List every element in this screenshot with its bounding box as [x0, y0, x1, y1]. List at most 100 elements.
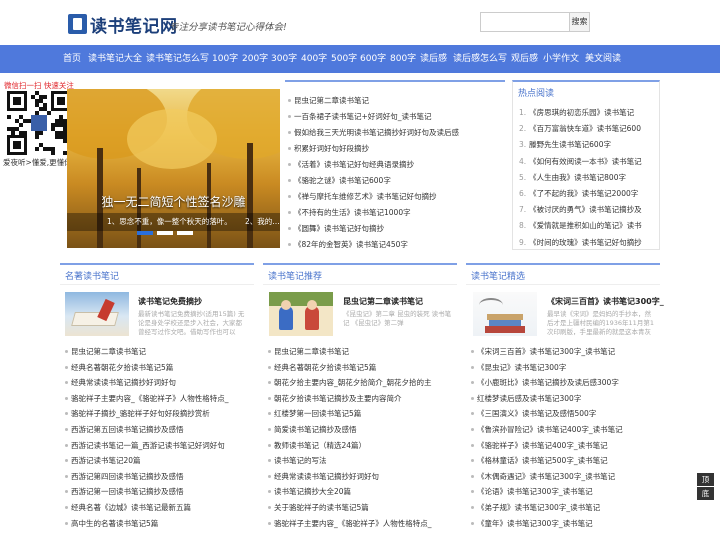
feature-title[interactable]: 《宋词三百首》读书笔记300字_	[547, 296, 664, 307]
list-item[interactable]: 西游记第五回读书笔记摘抄及感悟	[71, 424, 251, 435]
list-item[interactable]: 简爱读书笔记摘抄及感悟	[274, 424, 454, 435]
list-item[interactable]: 经典名著朝花夕拾读书笔记5篇	[71, 362, 251, 373]
nav-item-500[interactable]: 500字	[331, 45, 357, 73]
list-item[interactable]: 骆驼祥子摘抄_骆驼祥子好句好段摘抄赏析	[71, 408, 251, 419]
search-input[interactable]	[480, 12, 570, 32]
section-selected: 读书笔记精选 《宋词三百首》读书笔记300字_ 最早读《宋词》是妈妈的手抄本，然…	[466, 263, 664, 540]
nav-item-notes-all[interactable]: 读书笔记大全	[88, 45, 142, 73]
nav-item-prose[interactable]: 美文阅读	[585, 45, 621, 73]
list-item[interactable]: 经典常读读书笔记摘抄好词好句	[274, 471, 454, 482]
list-item[interactable]: 《格林童话》读书笔记500字_读书笔记	[477, 455, 657, 466]
list-item[interactable]: 读书笔记摘抄大全20篇	[274, 486, 454, 497]
list-item[interactable]: 《童年》读书笔记300字_读书笔记	[477, 518, 657, 529]
feature-thumbnail[interactable]	[473, 292, 537, 336]
slide-title[interactable]: 独一无二简短个性签名沙雕	[67, 193, 280, 210]
list-item[interactable]: 朝花夕拾主要内容_朝花夕拾简介_朝花夕拾的主	[274, 377, 454, 388]
list-item[interactable]: 经典名著《边城》读书笔记最新五篇	[71, 502, 251, 513]
hot-item[interactable]: 7. 《被讨厌的勇气》读书笔记摘抄及	[519, 204, 655, 215]
nav-item-how-to-write[interactable]: 读书笔记怎么写	[146, 45, 209, 73]
list-item[interactable]: 假如给我三天光明读书笔记摘抄好词好句及读后感	[294, 127, 459, 138]
list-item[interactable]: 《宋词三百首》读书笔记300字_读书笔记	[477, 346, 657, 357]
slider-dot[interactable]	[157, 231, 173, 235]
hot-item[interactable]: 6. 《了不起的我》读书笔记2000字	[519, 188, 655, 199]
list-item[interactable]: 教师读书笔记（精选24篇）	[274, 440, 454, 451]
nav-item-600[interactable]: 600字	[360, 45, 386, 73]
list-item[interactable]: 《弟子规》读书笔记300字_读书笔记	[477, 502, 657, 513]
nav-item-100[interactable]: 100字	[212, 45, 238, 73]
list-item[interactable]: 骆驼祥子主要内容_《骆驼祥子》人物性格特点_	[274, 518, 454, 529]
list-item[interactable]: 读书笔记的写法	[274, 455, 454, 466]
list-item[interactable]: 高中生的名著读书笔记5篇	[71, 518, 251, 529]
hot-item[interactable]: 9. 《时间的玫瑰》读书笔记好句摘抄	[519, 237, 655, 248]
list-item[interactable]: 《圆舞》读书笔记好句摘抄	[294, 223, 384, 234]
list-item[interactable]: 经典常读读书笔记摘抄好词好句	[71, 377, 251, 388]
feature-thumbnail[interactable]	[269, 292, 333, 336]
qr-module	[31, 115, 47, 131]
list-item[interactable]: 《昆虫记》读书笔记300字	[477, 362, 657, 373]
nav-item-200[interactable]: 200字	[242, 45, 268, 73]
qr-module	[51, 151, 55, 155]
list-item[interactable]: 骆驼祥子主要内容_《骆驼祥子》人物性格特点_	[71, 393, 251, 404]
list-item[interactable]: 《82年的金智英》读书笔记450字	[294, 239, 408, 250]
nav-item-essays[interactable]: 小学作文	[543, 45, 579, 73]
section-title[interactable]: 读书笔记精选	[471, 269, 525, 282]
book-logo-icon[interactable]	[68, 14, 87, 34]
list-item[interactable]: 经典名著朝花夕拾读书笔记5篇	[274, 362, 454, 373]
nav-item-800[interactable]: 800字	[390, 45, 416, 73]
image-slider[interactable]: 独一无二简短个性签名沙雕 1、思念不重，像一整个秋天的落叶。 2、我的…	[67, 89, 280, 248]
list-item[interactable]: 积累好词好句好段摘抄	[294, 143, 369, 154]
nav-item-watch-review[interactable]: 观后感	[511, 45, 538, 73]
list-bullet	[65, 474, 68, 478]
list-item[interactable]: 《不持有的生活》读书笔记1000字	[294, 207, 411, 218]
feature-thumbnail[interactable]	[65, 292, 129, 336]
list-item[interactable]: 关于骆驼祥子的读书笔记5篇	[274, 502, 454, 513]
section-title[interactable]: 名著读书笔记	[65, 269, 119, 282]
list-item[interactable]: 《骆驼之谜》读书笔记600字	[294, 175, 391, 186]
list-item[interactable]: 一百条裙子读书笔记+好词好句_读书笔记	[294, 111, 432, 122]
site-title[interactable]: 读书笔记网	[90, 12, 178, 37]
list-item[interactable]: 昆虫记第二章读书笔记	[294, 95, 369, 106]
hot-item[interactable]: 2. 《百万富翁快车道》读书笔记600	[519, 123, 655, 134]
section-recommended: 读书笔记推荐 昆虫记第二章读书笔记 《昆虫记》第二章 昆虫的装死 读书笔记 《昆…	[263, 263, 457, 540]
list-item[interactable]: 西游记读书笔记一篇_西游记读书笔记好词好句	[71, 440, 251, 451]
feature-desc: 《昆虫记》第二章 昆虫的装死 读书笔记 《昆虫记》第二弹	[343, 310, 452, 327]
slider-dot[interactable]	[137, 231, 153, 235]
list-item[interactable]: 《论语》读书笔记300字_读书笔记	[477, 486, 657, 497]
list-item[interactable]: 《木偶奇遇记》读书笔记300字_读书笔记	[477, 471, 657, 482]
nav-item-400[interactable]: 400字	[301, 45, 327, 73]
list-item[interactable]: 《活着》读书笔记好句经典语录摘抄	[294, 159, 414, 170]
hot-item[interactable]: 8. 《爱情就是推积如山的笔记》读书	[519, 220, 655, 231]
list-item[interactable]: 《鲁滨孙冒险记》读书笔记400字_读书笔记	[477, 424, 657, 435]
section-title[interactable]: 读书笔记推荐	[268, 269, 322, 282]
list-item[interactable]: 红楼梦第一回读书笔记5篇	[274, 408, 454, 419]
scroll-top-button[interactable]: 顶	[697, 473, 714, 486]
list-item[interactable]: 昆虫记第二章读书笔记	[71, 346, 251, 357]
tree-foliage	[127, 109, 217, 169]
nav-item-review-howto[interactable]: 读后感怎么写	[453, 45, 507, 73]
nav-item-home[interactable]: 首页	[63, 45, 81, 73]
hot-item[interactable]: 4. 《如何有效阅读一本书》读书笔记	[519, 156, 655, 167]
list-item[interactable]: 《小鹿斑比》读书笔记摘抄及读后感300字	[477, 377, 657, 388]
nav-item-300[interactable]: 300字	[271, 45, 297, 73]
search-button[interactable]: 搜索	[570, 12, 590, 32]
list-item[interactable]: 西游记读书笔记20篇	[71, 455, 251, 466]
list-bullet	[471, 350, 474, 353]
list-item[interactable]: 《骆驼祥子》读书笔记400字_读书笔记	[477, 440, 657, 451]
nav-item-reviews[interactable]: 读后感	[420, 45, 447, 73]
hot-item[interactable]: 1. 《房思琪的初恋乐园》读书笔记	[519, 107, 655, 118]
list-item[interactable]: 西游记第四回读书笔记摘抄及感悟	[71, 471, 251, 482]
hot-item[interactable]: 3. 滕野先生读书笔记600字	[519, 139, 655, 150]
list-item[interactable]: 朝花夕拾读书笔记摘抄及主要内容简介	[274, 393, 454, 404]
hot-item[interactable]: 5. 《人生由我》读书笔记800字	[519, 172, 655, 183]
list-item[interactable]: 西游记第一回读书笔记摘抄及感悟	[71, 486, 251, 497]
feature-title[interactable]: 昆虫记第二章读书笔记	[343, 296, 423, 307]
qr-module	[13, 141, 21, 149]
list-item[interactable]: 《禅与摩托车维修艺术》读书笔记好句摘抄	[294, 191, 437, 202]
scroll-bottom-button[interactable]: 底	[697, 487, 714, 500]
list-item[interactable]: 昆虫记第二章读书笔记	[274, 346, 454, 357]
hot-rank: 6.	[519, 189, 527, 198]
feature-title[interactable]: 读书笔记免费摘抄	[138, 296, 202, 307]
list-item[interactable]: 《三国演义》读书笔记及感悟500字	[477, 408, 657, 419]
slider-dot[interactable]	[177, 231, 193, 235]
list-item[interactable]: 红楼梦读后感及读书笔记300字	[477, 393, 657, 404]
